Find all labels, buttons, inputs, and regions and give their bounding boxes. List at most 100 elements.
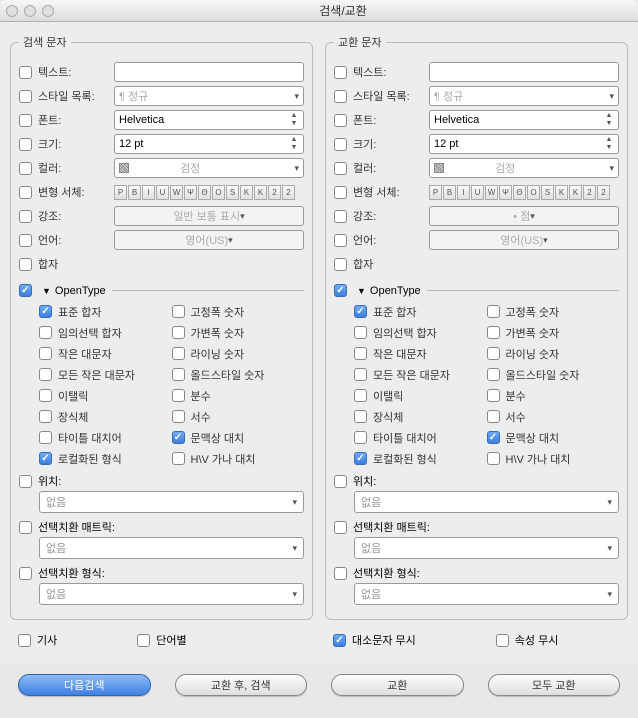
sub-checkbox[interactable] — [19, 475, 32, 488]
ot-checkbox[interactable] — [354, 431, 367, 444]
ot-checkbox[interactable] — [487, 305, 500, 318]
typestyle-btn[interactable]: 2 — [583, 185, 596, 200]
opentype-checkbox[interactable] — [334, 284, 347, 297]
sub-checkbox[interactable] — [334, 475, 347, 488]
disclosure-triangle[interactable]: ▼ — [42, 286, 51, 296]
typestyle-btn[interactable]: S — [226, 185, 239, 200]
typestyle-btn[interactable]: U — [471, 185, 484, 200]
ot-checkbox[interactable] — [487, 347, 500, 360]
ot-checkbox[interactable] — [487, 368, 500, 381]
sub-select[interactable]: 없음▾ — [39, 491, 304, 513]
field-style[interactable]: ¶ 정규▾ — [114, 86, 304, 106]
sub-checkbox[interactable] — [334, 521, 347, 534]
typestyle-btn[interactable]: W — [485, 185, 498, 200]
disclosure-triangle[interactable]: ▼ — [357, 286, 366, 296]
ot-checkbox[interactable] — [172, 326, 185, 339]
typestyle-btn[interactable]: Θ — [198, 185, 211, 200]
ot-checkbox[interactable] — [172, 431, 185, 444]
field-color[interactable]: 검정▾ — [429, 158, 619, 178]
typestyle-btn[interactable]: K — [569, 185, 582, 200]
ot-checkbox[interactable] — [39, 368, 52, 381]
checkbox-lig[interactable] — [19, 258, 32, 271]
typestyle-btn[interactable]: K — [254, 185, 267, 200]
typestyle-btn[interactable]: O — [527, 185, 540, 200]
typestyle-btn[interactable]: U — [156, 185, 169, 200]
ot-checkbox[interactable] — [487, 431, 500, 444]
checkbox-lang[interactable] — [19, 234, 32, 247]
replace-button[interactable]: 교환 — [331, 674, 464, 696]
field-typeface[interactable]: PBIUWΨΘOSKK22 — [114, 182, 304, 202]
field-size[interactable]: 12 pt▲▼ — [114, 134, 304, 154]
close-icon[interactable] — [6, 5, 18, 17]
field-font[interactable]: Helvetica▲▼ — [114, 110, 304, 130]
ot-checkbox[interactable] — [172, 452, 185, 465]
field-text_enable[interactable] — [114, 62, 304, 82]
minimize-icon[interactable] — [24, 5, 36, 17]
ot-checkbox[interactable] — [354, 326, 367, 339]
ot-checkbox[interactable] — [39, 326, 52, 339]
opentype-checkbox[interactable] — [19, 284, 32, 297]
stepper[interactable]: ▲▼ — [287, 112, 301, 128]
field-style[interactable]: ¶ 정규▾ — [429, 86, 619, 106]
ot-checkbox[interactable] — [39, 347, 52, 360]
checkbox-size[interactable] — [334, 138, 347, 151]
ot-checkbox[interactable] — [172, 368, 185, 381]
field-text_enable[interactable] — [429, 62, 619, 82]
ot-checkbox[interactable] — [172, 305, 185, 318]
ot-checkbox[interactable] — [354, 389, 367, 402]
typestyle-btn[interactable]: S — [541, 185, 554, 200]
sub-select[interactable]: 없음▾ — [39, 583, 304, 605]
ot-checkbox[interactable] — [172, 389, 185, 402]
typestyle-btn[interactable]: Ψ — [184, 185, 197, 200]
ot-checkbox[interactable] — [487, 410, 500, 423]
option-checkbox[interactable] — [496, 634, 509, 647]
sub-checkbox[interactable] — [19, 521, 32, 534]
ot-checkbox[interactable] — [487, 452, 500, 465]
ot-checkbox[interactable] — [172, 410, 185, 423]
checkbox-text_enable[interactable] — [334, 66, 347, 79]
typestyle-btn[interactable]: 2 — [268, 185, 281, 200]
option-checkbox[interactable] — [137, 634, 150, 647]
ot-checkbox[interactable] — [39, 410, 52, 423]
sub-select[interactable]: 없음▾ — [354, 491, 619, 513]
sub-select[interactable]: 없음▾ — [39, 537, 304, 559]
ot-checkbox[interactable] — [39, 452, 52, 465]
typestyle-btn[interactable]: B — [443, 185, 456, 200]
field-font[interactable]: Helvetica▲▼ — [429, 110, 619, 130]
field-size[interactable]: 12 pt▲▼ — [429, 134, 619, 154]
stepper[interactable]: ▲▼ — [602, 112, 616, 128]
ot-checkbox[interactable] — [39, 389, 52, 402]
typestyle-btn[interactable]: Ψ — [499, 185, 512, 200]
checkbox-font[interactable] — [334, 114, 347, 127]
stepper[interactable]: ▲▼ — [287, 136, 301, 152]
typestyle-btn[interactable]: P — [429, 185, 442, 200]
find-next-button[interactable]: 다음검색 — [18, 674, 151, 696]
ot-checkbox[interactable] — [39, 431, 52, 444]
typestyle-btn[interactable]: B — [128, 185, 141, 200]
field-lang[interactable]: 영어(US)▾ — [114, 230, 304, 250]
checkbox-lig[interactable] — [334, 258, 347, 271]
ot-checkbox[interactable] — [487, 326, 500, 339]
zoom-icon[interactable] — [42, 5, 54, 17]
typestyle-btn[interactable]: 2 — [282, 185, 295, 200]
ot-checkbox[interactable] — [354, 305, 367, 318]
checkbox-emph[interactable] — [334, 210, 347, 223]
ot-checkbox[interactable] — [354, 368, 367, 381]
field-typeface[interactable]: PBIUWΨΘOSKK22 — [429, 182, 619, 202]
ot-checkbox[interactable] — [39, 305, 52, 318]
ot-checkbox[interactable] — [354, 410, 367, 423]
checkbox-lang[interactable] — [334, 234, 347, 247]
checkbox-typeface[interactable] — [334, 186, 347, 199]
option-checkbox[interactable] — [333, 634, 346, 647]
ot-checkbox[interactable] — [354, 347, 367, 360]
typestyle-btn[interactable]: W — [170, 185, 183, 200]
checkbox-color[interactable] — [19, 162, 32, 175]
typestyle-btn[interactable]: I — [457, 185, 470, 200]
typestyle-btn[interactable]: P — [114, 185, 127, 200]
ot-checkbox[interactable] — [487, 389, 500, 402]
field-color[interactable]: 검정▾ — [114, 158, 304, 178]
field-emph[interactable]: 일반 보통 표시▾ — [114, 206, 304, 226]
checkbox-style[interactable] — [19, 90, 32, 103]
ot-checkbox[interactable] — [354, 452, 367, 465]
replace-all-button[interactable]: 모두 교환 — [488, 674, 621, 696]
